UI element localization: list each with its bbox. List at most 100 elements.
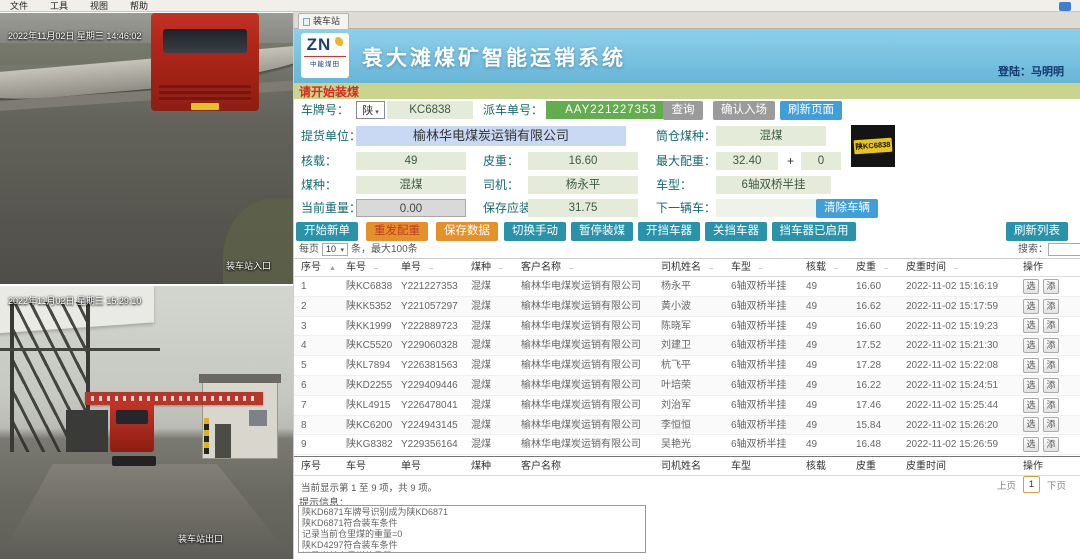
table-cell: 陕KK5352 [346,297,401,316]
confirm-entry-button[interactable]: 确认入场 [713,101,775,120]
table-cell: 榆林华电煤炭运销有限公司 [521,356,661,375]
add-row-button[interactable]: 添 [1043,338,1059,353]
menu-bar: 文件 工具 视图 帮助 [0,0,1080,12]
search-input[interactable] [1048,243,1080,256]
open-blocker-button[interactable]: 开挡车器 [638,222,700,241]
extra-load-field[interactable]: 0 [801,152,841,170]
table-cell: 6轴双桥半挂 [731,297,806,316]
query-button[interactable]: 查询 [663,101,703,120]
select-row-button[interactable]: 选 [1023,279,1039,294]
per-page-select[interactable]: 10 ▾ [322,243,348,256]
table-cell: 49 [806,277,856,296]
row-actions: 选添 [1023,416,1080,435]
table-cell: 17.46 [856,396,906,415]
add-row-button[interactable]: 添 [1043,417,1059,432]
table-cell: 2022-11-02 15:22:08 [906,356,1023,375]
select-row-button[interactable]: 选 [1023,378,1039,393]
select-row-button[interactable]: 选 [1023,338,1039,353]
camera-feed-exit[interactable]: 2022年11月02日 星期三 15:29:10 装车站出口 [0,286,293,559]
save-load-field: 31.75 [528,199,638,217]
table-cell: 黄小波 [661,297,731,316]
select-row-button[interactable]: 选 [1023,318,1039,333]
switch-manual-button[interactable]: 切换手动 [504,222,566,241]
add-row-button[interactable]: 添 [1043,398,1059,413]
table-header-cell[interactable]: 车号– [346,259,401,276]
select-row-button[interactable]: 选 [1023,358,1039,373]
camera-timestamp: 2022年11月02日 星期三 15:29:10 [8,294,141,307]
log-textarea[interactable] [298,505,646,553]
table-body: 1陕KC6838Y221227353混煤榆林华电煤炭运销有限公司杨永平6轴双桥半… [294,277,1080,455]
table-header-cell[interactable]: 序号▲ [301,259,346,276]
table-header-row: 序号▲车号–单号–煤种–客户名称–司机姓名–车型–核载–皮重–皮重时间–操作 [294,258,1080,277]
select-row-button[interactable]: 选 [1023,299,1039,314]
cur-weight-label: 当前重量： [301,199,361,217]
select-row-button[interactable]: 选 [1023,417,1039,432]
clear-vehicle-button[interactable]: 清除车辆 [816,199,878,218]
blocker-enabled-button[interactable]: 挡车器已启用 [772,222,856,241]
table-row[interactable]: 9陕KG8382Y229356164混煤榆林华电煤炭运销有限公司吴艳光6轴双桥半… [294,435,1080,455]
add-row-button[interactable]: 添 [1043,358,1059,373]
camera-feed-entrance[interactable]: 2022年11月02日 星期三 14:46:02 装车站入口 [0,13,293,284]
per-page-suffix: 条，最大100条 [351,244,418,255]
add-row-button[interactable]: 添 [1043,437,1059,452]
cur-weight-field: 0.00 [356,199,466,217]
table-row[interactable]: 5陕KL7894Y226381563混煤榆林华电煤炭运销有限公司杭飞平6轴双桥半… [294,356,1080,376]
prev-page-link[interactable]: 上页 [997,478,1016,492]
table-row[interactable]: 7陕KL4915Y226478041混煤榆林华电煤炭运销有限公司刘治军6轴双桥半… [294,396,1080,416]
sort-icon: – [429,265,433,272]
table-cell: 49 [806,435,856,454]
table-row[interactable]: 3陕KK1999Y222889723混煤榆林华电煤炭运销有限公司陈晓军6轴双桥半… [294,317,1080,337]
select-row-button[interactable]: 选 [1023,437,1039,452]
table-header-cell[interactable]: 单号– [401,259,471,276]
table-cell: 榆林华电煤炭运销有限公司 [521,336,661,355]
select-row-button[interactable]: 选 [1023,398,1039,413]
table-header-cell[interactable]: 皮重时间– [906,259,1023,276]
table-row[interactable]: 4陕KC5520Y229060328混煤榆林华电煤炭运销有限公司刘建卫6轴双桥半… [294,336,1080,356]
table-header-cell[interactable]: 操作 [1023,259,1080,276]
menu-item[interactable]: 工具 [50,0,68,12]
next-page-link[interactable]: 下页 [1047,478,1066,492]
current-page-button[interactable]: 1 [1023,476,1040,493]
add-row-button[interactable]: 添 [1043,299,1059,314]
close-blocker-button[interactable]: 关挡车器 [705,222,767,241]
menu-item[interactable]: 视图 [90,0,108,12]
menu-item[interactable]: 文件 [10,0,28,12]
new-order-button[interactable]: 开始新单 [296,222,358,241]
table-cell: 混煤 [471,277,521,296]
resend-weight-button[interactable]: 重发配重 [366,222,428,241]
table-cell: Y226478041 [401,396,471,415]
add-row-button[interactable]: 添 [1043,318,1059,333]
pause-loading-button[interactable]: 暂停装煤 [571,222,633,241]
table-header-cell[interactable]: 核载– [806,259,856,276]
table-cell: 2022-11-02 15:26:20 [906,416,1023,435]
save-data-button[interactable]: 保存数据 [436,222,498,241]
table-header-cell[interactable]: 司机姓名– [661,259,731,276]
driver-label: 司机： [483,176,519,194]
plate-province-select[interactable]: 陕▾ [356,101,385,119]
refresh-list-button[interactable]: 刷新列表 [1006,222,1068,241]
table-cell: 李恒恒 [661,416,731,435]
table-row[interactable]: 8陕KC6200Y224943145混煤榆林华电煤炭运销有限公司李恒恒6轴双桥半… [294,416,1080,436]
tab-loading-station[interactable]: 装车站 [298,13,349,29]
plate-number-input[interactable]: KC6838 [387,101,473,119]
table-header-cell[interactable]: 客户名称– [521,259,661,276]
table-header-cell[interactable]: 皮重– [856,259,906,276]
table-row[interactable]: 6陕KD2255Y229409446混煤榆林华电煤炭运销有限公司叶培荣6轴双桥半… [294,376,1080,396]
refresh-page-button[interactable]: 刷新页面 [780,101,842,120]
logo-text: ZN [307,35,332,54]
table-header-cell[interactable]: 车型– [731,259,806,276]
menu-item[interactable]: 帮助 [130,0,148,12]
dispatch-label: 派车单号： [483,101,543,119]
search-label: 搜索： [1018,243,1048,256]
table-row[interactable]: 1陕KC6838Y221227353混煤榆林华电煤炭运销有限公司杨永平6轴双桥半… [294,277,1080,297]
add-row-button[interactable]: 添 [1043,378,1059,393]
table-header-cell[interactable]: 煤种– [471,259,521,276]
add-row-button[interactable]: 添 [1043,279,1059,294]
table-cell: 2022-11-02 15:16:19 [906,277,1023,296]
next-truck-label: 下一辆车： [656,199,716,217]
table-cell: 榆林华电煤炭运销有限公司 [521,376,661,395]
table-cell: 陕KC5520 [346,336,401,355]
license-plate-text: 陕KC6838 [854,138,893,155]
table-row[interactable]: 2陕KK5352Y221057297混煤榆林华电煤炭运销有限公司黄小波6轴双桥半… [294,297,1080,317]
dispatch-no-field[interactable]: AAY221227353 [546,101,676,119]
